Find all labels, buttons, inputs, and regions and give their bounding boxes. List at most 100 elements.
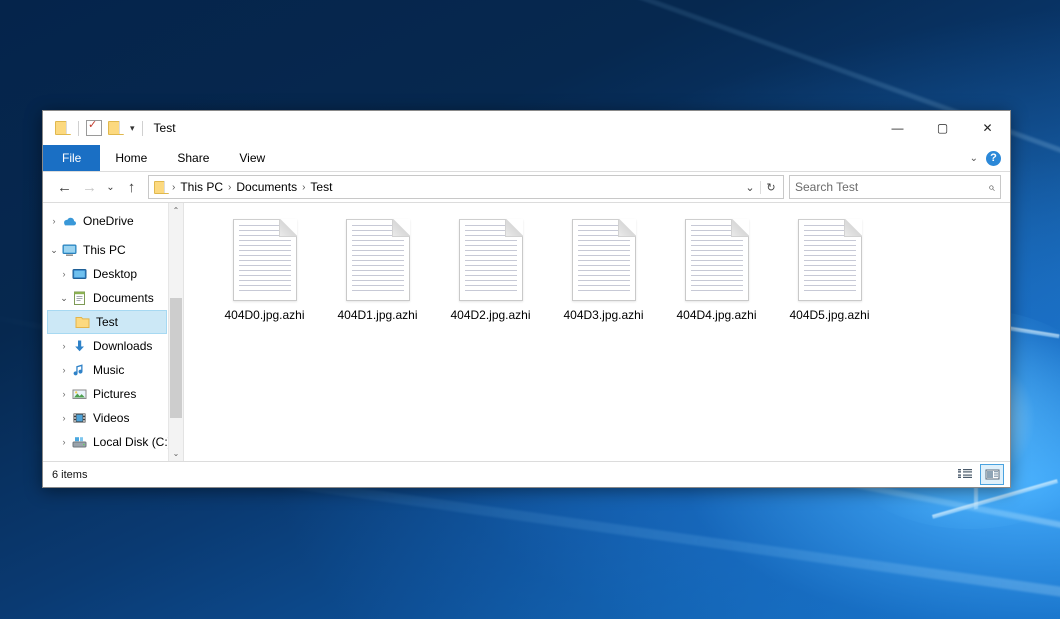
generic-file-icon	[572, 219, 636, 301]
sidebar-item-label: Local Disk (C:)	[93, 435, 172, 449]
expander-icon[interactable]: ›	[57, 437, 71, 447]
breadcrumb-test[interactable]: Test	[306, 180, 336, 194]
navigation-pane: › OneDrive ⌄ This PC ›	[43, 203, 184, 461]
breadcrumb-folder-icon	[154, 181, 169, 194]
help-icon[interactable]: ?	[986, 151, 1001, 166]
sidebar-item-documents[interactable]: ⌄ Documents	[43, 286, 183, 310]
file-name: 404D5.jpg.azhi	[789, 308, 869, 322]
tab-view[interactable]: View	[224, 145, 280, 171]
sidebar-item-desktop[interactable]: › Desktop	[43, 262, 183, 286]
title-bar: ▾ Test — ▢ ✕	[43, 111, 1010, 145]
expander-icon[interactable]: ⌄	[47, 245, 61, 256]
breadcrumb-documents[interactable]: Documents	[232, 180, 301, 194]
window-title: Test	[154, 121, 176, 135]
expander-icon[interactable]: ›	[57, 413, 71, 423]
this-pc-monitor-icon	[61, 242, 78, 258]
status-bar: 6 items	[43, 461, 1010, 487]
expander-icon[interactable]: ›	[47, 216, 61, 226]
forward-button: →	[77, 175, 102, 199]
new-folder-icon[interactable]	[105, 115, 127, 141]
tab-share[interactable]: Share	[162, 145, 224, 171]
scrollbar-thumb[interactable]	[170, 298, 182, 418]
close-button[interactable]: ✕	[965, 111, 1010, 145]
sidebar-item-videos[interactable]: › Videos	[43, 406, 183, 430]
expander-icon[interactable]: ⌄	[57, 293, 71, 304]
tab-file[interactable]: File	[43, 145, 100, 171]
large-icons-view-button[interactable]	[980, 464, 1004, 485]
sidebar-item-label: Videos	[93, 411, 129, 425]
maximize-button[interactable]: ▢	[920, 111, 965, 145]
sidebar-item-label: Downloads	[93, 339, 152, 353]
file-item[interactable]: 404D3.jpg.azhi	[547, 219, 660, 322]
folder-icon	[74, 314, 91, 330]
sidebar-item-this-pc[interactable]: ⌄ This PC	[43, 238, 183, 262]
generic-file-icon	[798, 219, 862, 301]
generic-file-icon	[233, 219, 297, 301]
ribbon-tabs: File Home Share View ⌄ ?	[43, 145, 1010, 172]
scroll-up-arrow-icon[interactable]: ⌃	[169, 203, 183, 218]
window-controls: — ▢ ✕	[875, 111, 1010, 145]
back-button[interactable]: ←	[52, 175, 77, 199]
file-name: 404D1.jpg.azhi	[337, 308, 417, 322]
sidebar-item-music[interactable]: › Music	[43, 358, 183, 382]
file-item[interactable]: 404D1.jpg.azhi	[321, 219, 434, 322]
expander-icon[interactable]: ›	[57, 389, 71, 399]
music-note-icon	[71, 362, 88, 378]
file-name: 404D3.jpg.azhi	[563, 308, 643, 322]
generic-file-icon	[685, 219, 749, 301]
scroll-down-arrow-icon[interactable]: ⌄	[169, 446, 183, 461]
local-disk-icon	[71, 434, 88, 450]
sidebar-item-label: OneDrive	[83, 214, 134, 228]
file-item[interactable]: 404D4.jpg.azhi	[660, 219, 773, 322]
generic-file-icon	[346, 219, 410, 301]
file-name: 404D0.jpg.azhi	[224, 308, 304, 322]
tab-home[interactable]: Home	[100, 145, 162, 171]
details-view-button[interactable]	[954, 465, 976, 484]
sidebar-item-label: Pictures	[93, 387, 136, 401]
breadcrumb-this-pc[interactable]: This PC	[176, 180, 227, 194]
refresh-icon[interactable]: ↻	[760, 181, 781, 194]
minimize-button[interactable]: —	[875, 111, 920, 145]
navigation-tree: › OneDrive ⌄ This PC ›	[43, 203, 183, 454]
folder-icon[interactable]	[52, 115, 74, 141]
window-body: › OneDrive ⌄ This PC ›	[43, 202, 1010, 461]
search-input[interactable]: Search Test ⌕	[789, 175, 1001, 199]
expander-icon[interactable]: ›	[57, 269, 71, 279]
separator	[78, 121, 79, 136]
sidebar-item-test[interactable]: Test	[47, 310, 167, 334]
sidebar-item-onedrive[interactable]: › OneDrive	[43, 209, 183, 233]
sidebar-item-local-disk-c[interactable]: › Local Disk (C:)	[43, 430, 183, 454]
sidebar-item-downloads[interactable]: › Downloads	[43, 334, 183, 358]
customize-chevron-icon[interactable]: ▾	[127, 123, 138, 134]
recent-locations-button[interactable]: ⌄	[102, 175, 119, 199]
file-explorer-window: ▾ Test — ▢ ✕ File Home Share View ⌄ ? ← …	[42, 110, 1011, 488]
sidebar-item-label: Test	[96, 315, 118, 329]
file-list-view[interactable]: 404D0.jpg.azhi 404D1.jpg.azhi 404D2.jpg.…	[184, 203, 1010, 461]
pictures-icon	[71, 386, 88, 402]
address-bar[interactable]: › This PC › Documents › Test ⌄ ↻	[148, 175, 784, 199]
search-placeholder: Search Test	[795, 180, 988, 194]
sidebar-item-label: Desktop	[93, 267, 137, 281]
expander-icon[interactable]: ›	[57, 341, 71, 351]
sidebar-scrollbar[interactable]: ⌃ ⌄	[168, 203, 183, 461]
up-button[interactable]: ↑	[119, 175, 144, 199]
item-count-label: 6 items	[52, 469, 87, 481]
ribbon-right-controls: ⌄ ?	[970, 145, 1010, 171]
documents-icon	[71, 290, 88, 306]
sidebar-item-label: This PC	[83, 243, 126, 257]
sidebar-item-label: Music	[93, 363, 124, 377]
onedrive-cloud-icon	[61, 213, 78, 229]
file-item[interactable]: 404D5.jpg.azhi	[773, 219, 886, 322]
desktop-icon	[71, 266, 88, 282]
address-dropdown-icon[interactable]: ⌄	[740, 181, 760, 194]
expand-ribbon-chevron-icon[interactable]: ⌄	[970, 153, 978, 164]
file-item[interactable]: 404D2.jpg.azhi	[434, 219, 547, 322]
downloads-arrow-icon	[71, 338, 88, 354]
videos-film-icon	[71, 410, 88, 426]
generic-file-icon	[459, 219, 523, 301]
sidebar-item-pictures[interactable]: › Pictures	[43, 382, 183, 406]
expander-icon[interactable]: ›	[57, 365, 71, 375]
properties-checkbox-icon[interactable]	[83, 115, 105, 141]
sidebar-item-label: Documents	[93, 291, 154, 305]
file-item[interactable]: 404D0.jpg.azhi	[208, 219, 321, 322]
